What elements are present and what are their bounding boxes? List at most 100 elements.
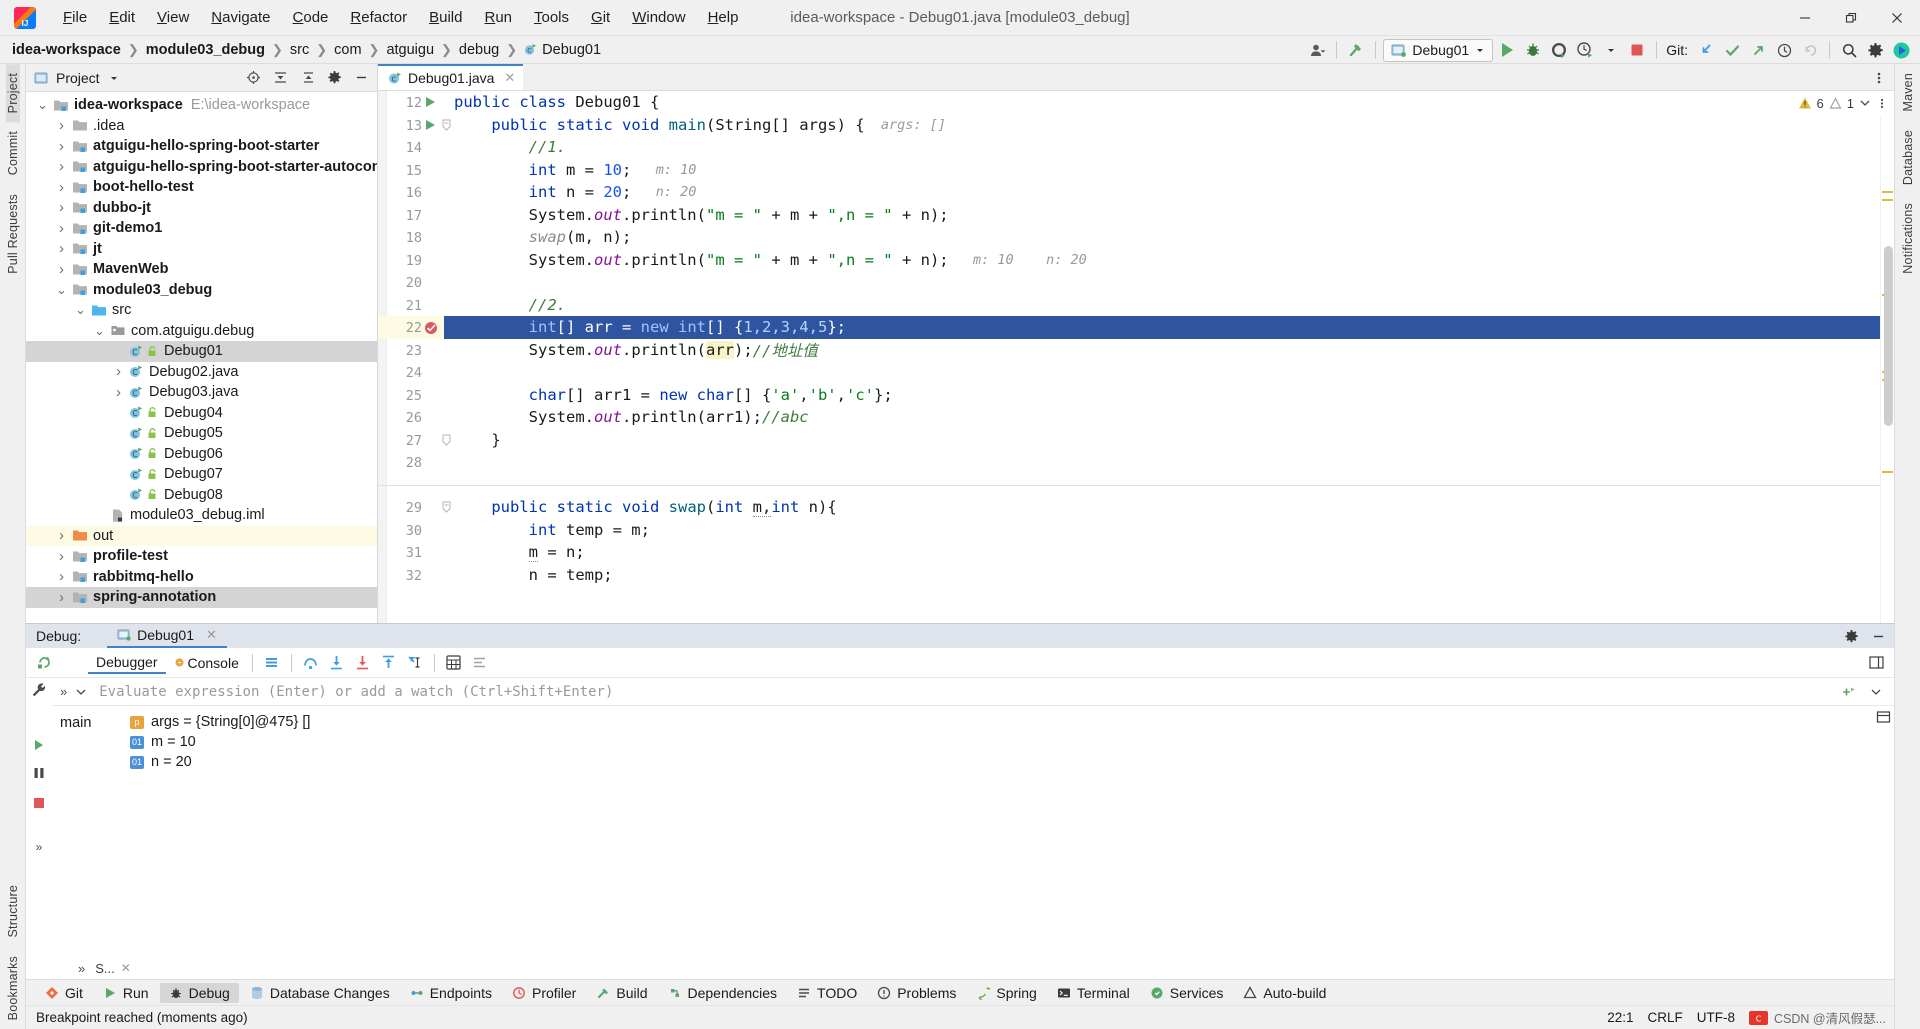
chevron-right-icon[interactable]: › — [55, 117, 68, 134]
breadcrumb-item-module03-debug[interactable]: module03_debug — [146, 42, 265, 58]
profiler-dropdown-icon[interactable] — [1599, 38, 1623, 62]
line-separator[interactable]: CRLF — [1647, 1010, 1682, 1025]
step-into-icon[interactable] — [325, 651, 349, 675]
tree-node-module03-debug[interactable]: ⌄ module03_debug — [26, 280, 377, 301]
settings-icon[interactable] — [1844, 629, 1859, 644]
code-line[interactable] — [444, 361, 1880, 384]
editor-gutter[interactable]: 12 13 14 15 16 17 18 19 20 21 22 23 24 25 26 27 28 29 30 31… — [378, 91, 451, 623]
step-out-icon[interactable] — [377, 651, 401, 675]
chevron-right-icon[interactable]: › — [55, 138, 68, 155]
breadcrumb-item-src[interactable]: src — [290, 42, 309, 58]
run-gutter-icon[interactable] — [426, 97, 435, 107]
run-coverage-icon[interactable] — [1547, 38, 1571, 62]
code-line[interactable]: n = temp; — [444, 564, 1880, 587]
layout-icon[interactable] — [1864, 651, 1888, 675]
tree-node-debug05[interactable]: C Debug05 — [26, 423, 377, 444]
encoding[interactable]: UTF-8 — [1697, 1010, 1735, 1025]
stop-icon[interactable] — [32, 796, 46, 810]
evaluate-icon[interactable] — [442, 651, 466, 675]
tool-window-button-database-changes[interactable]: Database Changes — [241, 983, 399, 1003]
build-hammer-icon[interactable] — [1344, 38, 1368, 62]
tree-node-debug02-java[interactable]: › C Debug02.java — [26, 362, 377, 383]
wrench-icon[interactable] — [31, 682, 47, 698]
collapse-icon[interactable] — [1870, 686, 1882, 698]
close-icon[interactable]: ✕ — [121, 961, 131, 975]
tool-window-tab-commit[interactable]: Commit — [6, 122, 20, 184]
frame-item[interactable]: main — [52, 712, 122, 734]
tool-window-tab-pull-requests[interactable]: Pull Requests — [6, 185, 20, 283]
tool-window-button-git[interactable]: Git — [36, 983, 92, 1003]
tool-window-button-dependencies[interactable]: Dependencies — [659, 983, 787, 1003]
tree-node--idea[interactable]: › .idea — [26, 116, 377, 137]
tool-window-button-problems[interactable]: Problems — [868, 983, 965, 1003]
run-to-cursor-icon[interactable] — [403, 651, 427, 675]
settings-icon[interactable] — [322, 66, 346, 90]
breadcrumb-item-idea-workspace[interactable]: idea-workspace — [12, 42, 121, 58]
pause-icon[interactable] — [32, 766, 46, 780]
tool-window-tab-project[interactable]: Project — [5, 64, 20, 123]
locate-icon[interactable] — [241, 66, 265, 90]
menu-item-window[interactable]: Window — [621, 5, 696, 30]
code-line[interactable]: int n = 20; n: 20 — [444, 181, 1880, 204]
tree-node-debug08[interactable]: C Debug08 — [26, 485, 377, 506]
tree-node-idea-workspace[interactable]: ⌄ idea-workspace E:\idea-workspace — [26, 95, 377, 116]
expand-more-icon[interactable]: » — [36, 840, 43, 854]
settings-icon[interactable] — [1863, 38, 1887, 62]
chevron-right-icon[interactable]: › — [112, 384, 125, 401]
git-history-icon[interactable] — [1772, 38, 1796, 62]
debug-bottom-tab[interactable]: S... ✕ — [95, 961, 131, 976]
minimize-button[interactable] — [1782, 0, 1828, 36]
tool-window-button-build[interactable]: Build — [587, 983, 656, 1003]
code-line[interactable]: System. out .println(arr1);//abc — [444, 406, 1880, 429]
chevron-down-icon[interactable] — [75, 686, 87, 698]
menu-item-help[interactable]: Help — [697, 5, 750, 30]
menu-item-navigate[interactable]: Navigate — [200, 5, 281, 30]
tool-window-tab-maven[interactable]: Maven — [1901, 64, 1915, 121]
collapse-all-icon[interactable] — [268, 66, 292, 90]
tree-node-dubbo-jt[interactable]: › dubbo-jt — [26, 198, 377, 219]
close-icon[interactable]: ✕ — [504, 70, 515, 86]
search-everywhere-icon[interactable] — [1837, 38, 1861, 62]
close-icon[interactable]: ✕ — [206, 627, 217, 643]
chevron-right-icon[interactable]: › — [55, 568, 68, 585]
editor-tab-options-icon[interactable] — [1872, 71, 1886, 85]
tool-window-tab-bookmarks[interactable]: Bookmarks — [6, 947, 20, 1029]
menu-item-refactor[interactable]: Refactor — [339, 5, 418, 30]
menu-item-code[interactable]: Code — [282, 5, 340, 30]
project-tree[interactable]: ⌄ idea-workspace E:\idea-workspace › .idea › a… — [26, 92, 377, 623]
stop-icon[interactable] — [1625, 38, 1649, 62]
chevron-right-icon[interactable]: › — [55, 527, 68, 544]
breadcrumb-item-atguigu[interactable]: atguigu — [386, 42, 434, 58]
tree-node-debug06[interactable]: C Debug06 — [26, 444, 377, 465]
breadcrumb-item-com[interactable]: com — [334, 42, 361, 58]
code-line[interactable]: m = n; — [444, 541, 1880, 564]
menu-item-build[interactable]: Build — [418, 5, 473, 30]
hide-panel-icon[interactable] — [1871, 629, 1886, 644]
tool-window-button-services[interactable]: Services — [1141, 983, 1233, 1003]
tree-node-module03-debug-iml[interactable]: module03_debug.iml — [26, 505, 377, 526]
variable-row[interactable]: 01 m = 10 — [122, 732, 1872, 752]
menu-item-tools[interactable]: Tools — [523, 5, 580, 30]
chevron-right-icon[interactable]: › — [55, 589, 68, 606]
tree-node-mavenweb[interactable]: › MavenWeb — [26, 259, 377, 280]
tree-node-jt[interactable]: › jt — [26, 239, 377, 260]
code-line[interactable]: //1. — [444, 136, 1880, 159]
editor-tab-debug01[interactable]: C Debug01.java ✕ — [378, 64, 524, 90]
tree-node-debug04[interactable]: C Debug04 — [26, 403, 377, 424]
debug-session-tab[interactable]: Debug01 ✕ — [107, 624, 227, 648]
error-stripe[interactable] — [1880, 91, 1894, 623]
chevron-right-icon[interactable]: › — [55, 158, 68, 175]
tree-node-debug01[interactable]: C Debug01 — [26, 341, 377, 362]
tree-node-out[interactable]: › out — [26, 525, 377, 546]
mute-breakpoints-icon[interactable] — [260, 651, 284, 675]
menu-item-edit[interactable]: Edit — [98, 5, 146, 30]
tree-node-spring-annotation[interactable]: › spring-annotation — [26, 587, 377, 608]
code-line[interactable]: System. out .println("m = " + m + ",n = " … — [444, 204, 1880, 227]
chevron-down-icon[interactable] — [1859, 97, 1871, 109]
tree-node-profile-test[interactable]: › profile-test — [26, 546, 377, 567]
git-commit-icon[interactable] — [1720, 38, 1744, 62]
add-watch-icon[interactable] — [1840, 684, 1856, 700]
code-line[interactable]: public class Debug01 { — [444, 91, 1880, 114]
more-inspections-icon[interactable] — [1876, 97, 1888, 109]
tool-window-button-debug[interactable]: Debug — [159, 982, 239, 1003]
